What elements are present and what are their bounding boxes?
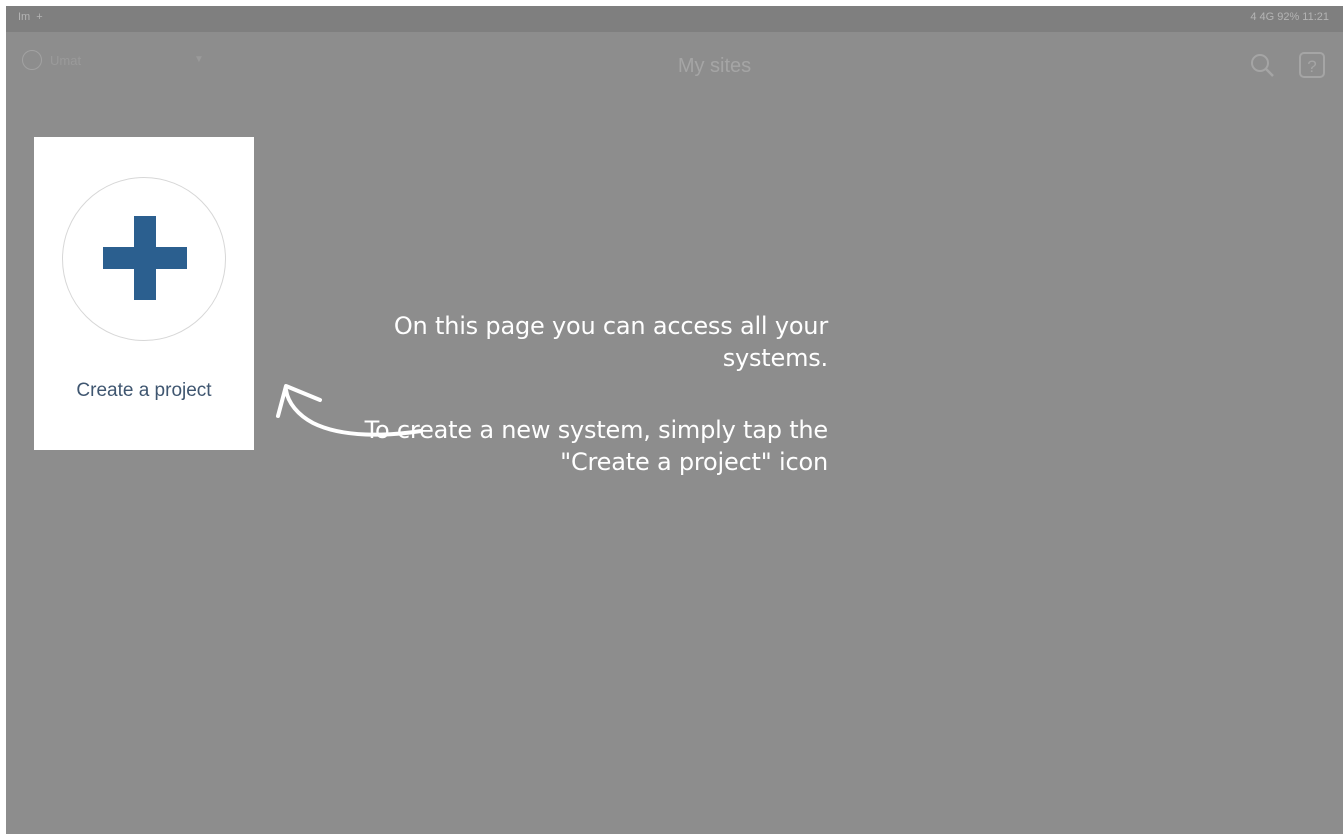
status-bar: Im + 4 4G 92% 11:21 xyxy=(6,6,1343,32)
page-title: My sites xyxy=(677,55,752,77)
tablet-screen: Im + 4 4G 92% 11:21 Umat ▼ My sites ? Cr… xyxy=(6,6,1343,834)
plus-button[interactable] xyxy=(62,177,226,341)
tutorial-text-access: On this page you can access all your sys… xyxy=(393,312,828,372)
system-status: 4 4G 92% 11:21 xyxy=(1250,11,1329,23)
notification-icon: + xyxy=(36,11,43,23)
status-bar-right: 4 4G 92% 11:21 xyxy=(1250,11,1329,23)
search-icon[interactable] xyxy=(1245,48,1279,82)
create-project-card[interactable]: Create a project xyxy=(34,137,254,450)
notification-icon: Im xyxy=(18,11,31,23)
plus-icon xyxy=(103,216,187,300)
help-icon[interactable]: ? xyxy=(1295,48,1329,82)
app-bar: Umat ▼ My sites ? xyxy=(6,32,1343,102)
status-bar-left: Im + xyxy=(18,11,43,23)
tutorial-text-create: To create a new system, simply tap the "… xyxy=(364,416,829,476)
create-project-label: Create a project xyxy=(76,380,212,401)
svg-text:?: ? xyxy=(1307,57,1316,76)
